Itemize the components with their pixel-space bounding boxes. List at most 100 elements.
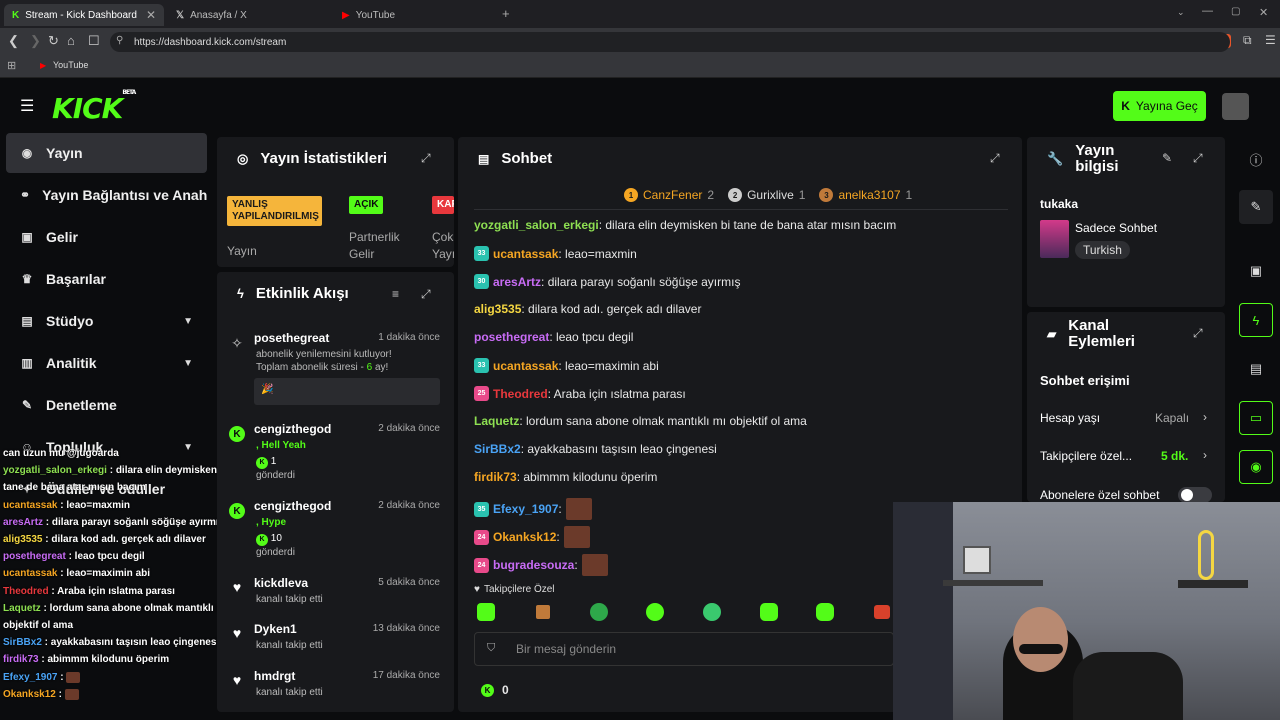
- chat-username[interactable]: Okanksk12: [493, 530, 556, 544]
- chart-icon: ▥: [21, 356, 33, 370]
- bookmark-icon[interactable]: ☐: [88, 33, 100, 49]
- go-live-button[interactable]: K Yayına Geç: [1113, 91, 1206, 121]
- edit-icon[interactable]: ✎: [1162, 151, 1172, 165]
- setting-value[interactable]: Kapalı: [1155, 411, 1189, 425]
- apps-grid-icon[interactable]: ⊞: [7, 59, 16, 72]
- chat-username[interactable]: firdik73: [474, 470, 517, 484]
- expand-icon[interactable]: ⤢: [421, 287, 431, 302]
- lightning-icon[interactable]: ϟ: [1239, 303, 1273, 337]
- top-gifter[interactable]: 2 Gurixlive 1: [728, 188, 805, 202]
- reload-icon[interactable]: ↻: [48, 33, 59, 49]
- feed-time: 13 dakika önce: [372, 623, 440, 634]
- sidebar-item-moderation[interactable]: ✎ Denetleme: [6, 385, 207, 425]
- expand-icon[interactable]: ⤢: [990, 151, 1000, 166]
- kick-k-icon: K: [1121, 99, 1130, 113]
- chat-username[interactable]: Theodred: [493, 387, 548, 401]
- list-icon[interactable]: ▤: [1239, 352, 1273, 386]
- maximize-icon[interactable]: ▢: [1231, 6, 1240, 17]
- chat-username[interactable]: alig3535: [474, 302, 521, 316]
- stream-info-header: 🔧 Yayın bilgisi: [1047, 143, 1125, 175]
- chat-username[interactable]: bugradesouza: [493, 558, 574, 572]
- minimize-icon[interactable]: —: [1202, 5, 1213, 17]
- chevron-right-icon[interactable]: ›: [1203, 410, 1207, 424]
- emote-icon[interactable]: [703, 603, 721, 621]
- tab-search-icon[interactable]: ⌄: [1177, 7, 1185, 18]
- category-name[interactable]: Sadece Sohbet: [1075, 221, 1157, 235]
- subscribers-only-toggle[interactable]: [1178, 487, 1212, 503]
- feed-time: 2 dakika önce: [378, 423, 440, 434]
- url-field[interactable]: ⚲ https://dashboard.kick.com/stream: [110, 32, 1230, 52]
- tab-x[interactable]: 𝕏 Anasayfa / X: [168, 4, 334, 26]
- subscriber-badge: 25: [474, 386, 489, 401]
- emote-icon[interactable]: [760, 603, 778, 621]
- chat-username[interactable]: ucantassak: [493, 247, 558, 261]
- feed-username[interactable]: hmdrgt: [254, 669, 295, 683]
- media-icon[interactable]: ▣: [1239, 254, 1273, 288]
- new-tab-icon[interactable]: +: [502, 6, 510, 21]
- bookmark-youtube[interactable]: YouTube: [53, 60, 88, 70]
- chat-username[interactable]: Laquetz: [474, 414, 519, 428]
- expand-icon[interactable]: ⤢: [421, 151, 431, 166]
- youtube-bookmark-icon: ▶: [40, 61, 47, 70]
- emote-icon[interactable]: [816, 603, 834, 621]
- top-gifter[interactable]: 1 CanzFener 2: [624, 188, 714, 202]
- feed-username[interactable]: cengizthegod: [254, 499, 331, 513]
- chat-username[interactable]: Efexy_1907: [493, 502, 558, 516]
- sidebar-item-analytics[interactable]: ▥ Analitik ▼: [6, 343, 207, 383]
- chat-icon[interactable]: ▭: [1239, 401, 1273, 435]
- emote-icon[interactable]: [536, 605, 550, 619]
- chat-header: ▤ Sohbet: [478, 150, 552, 167]
- chevron-right-icon[interactable]: ›: [1203, 448, 1207, 462]
- emote-icon: 🎉: [261, 384, 274, 395]
- emote-icon[interactable]: [874, 605, 890, 619]
- top-gifter[interactable]: 3 anelka3107 1: [819, 188, 912, 202]
- user-avatar[interactable]: [1222, 93, 1249, 120]
- emote-icon[interactable]: [477, 603, 495, 621]
- hamburger-menu-icon[interactable]: ☰: [20, 96, 34, 116]
- feed-username[interactable]: Dyken1: [254, 622, 297, 636]
- chat-text: : dilara kod adı. gerçek adı dilaver: [521, 302, 702, 316]
- category-thumbnail: [1040, 220, 1069, 258]
- close-window-icon[interactable]: ✕: [1259, 6, 1268, 19]
- forward-icon[interactable]: ❯: [30, 33, 41, 49]
- site-info-icon[interactable]: ⚲: [116, 35, 123, 46]
- chat-username[interactable]: SirBBx2: [474, 442, 521, 456]
- channel-points[interactable]: K 0: [481, 683, 509, 697]
- feed-username[interactable]: posethegreat: [254, 331, 329, 345]
- overlay-chat-message: can uzun mu @jugoarda: [3, 448, 119, 459]
- overlay-chat-message: SirBBx2 : ayakkabasını taşısın leao çing…: [3, 637, 219, 648]
- record-icon[interactable]: ◉: [1239, 450, 1273, 484]
- chat-username[interactable]: yozgatli_salon_erkegi: [474, 218, 599, 232]
- extensions-icon[interactable]: ⧉: [1243, 33, 1252, 48]
- sidebar-item-studio[interactable]: ▤ Stüdyo ▼: [6, 301, 207, 341]
- back-icon[interactable]: ❮: [8, 33, 19, 49]
- expand-icon[interactable]: ⤢: [1193, 151, 1203, 166]
- chat-text: : leao tpcu degil: [549, 330, 634, 344]
- chevron-down-icon: ▼: [183, 315, 193, 327]
- feed-username[interactable]: cengizthegod: [254, 422, 331, 436]
- close-tab-icon[interactable]: ✕: [146, 8, 156, 22]
- chat-username[interactable]: ucantassak: [493, 359, 558, 373]
- sidebar-item-achievements[interactable]: ♛ Başarılar: [6, 259, 207, 299]
- tab-youtube[interactable]: ▶ YouTube: [334, 4, 500, 26]
- tab-kick-dashboard[interactable]: K Stream - Kick Dashboard ✕: [4, 4, 164, 26]
- menu-icon[interactable]: ☰: [1265, 33, 1276, 47]
- expand-icon[interactable]: ⤢: [1193, 326, 1203, 341]
- info-icon[interactable]: ⓘ: [1239, 142, 1273, 176]
- chat-username[interactable]: posethegreat: [474, 330, 549, 344]
- sidebar-item-stream[interactable]: ◉ Yayın: [6, 133, 207, 173]
- subscriber-badge: 24: [474, 529, 489, 545]
- emote-icon[interactable]: [646, 603, 664, 621]
- chat-input[interactable]: ⛉ Bir mesaj gönderin: [474, 632, 894, 666]
- tag-chip[interactable]: Turkish: [1075, 241, 1130, 259]
- feed-username[interactable]: kickdleva: [254, 576, 308, 590]
- setting-value[interactable]: 5 dk.: [1161, 449, 1188, 463]
- sidebar-item-stream-key[interactable]: ⚭ Yayın Bağlantısı ve Anahtarı: [6, 175, 207, 215]
- home-icon[interactable]: ⌂: [67, 33, 75, 48]
- chat-username[interactable]: aresArtz: [493, 275, 541, 289]
- sidebar-item-revenue[interactable]: ▣ Gelir: [6, 217, 207, 257]
- emote-icon[interactable]: [590, 603, 608, 621]
- edit-stream-icon[interactable]: ✎: [1239, 190, 1273, 224]
- kick-logo[interactable]: KICKBETA: [52, 89, 136, 125]
- filter-icon[interactable]: ≡: [392, 287, 399, 301]
